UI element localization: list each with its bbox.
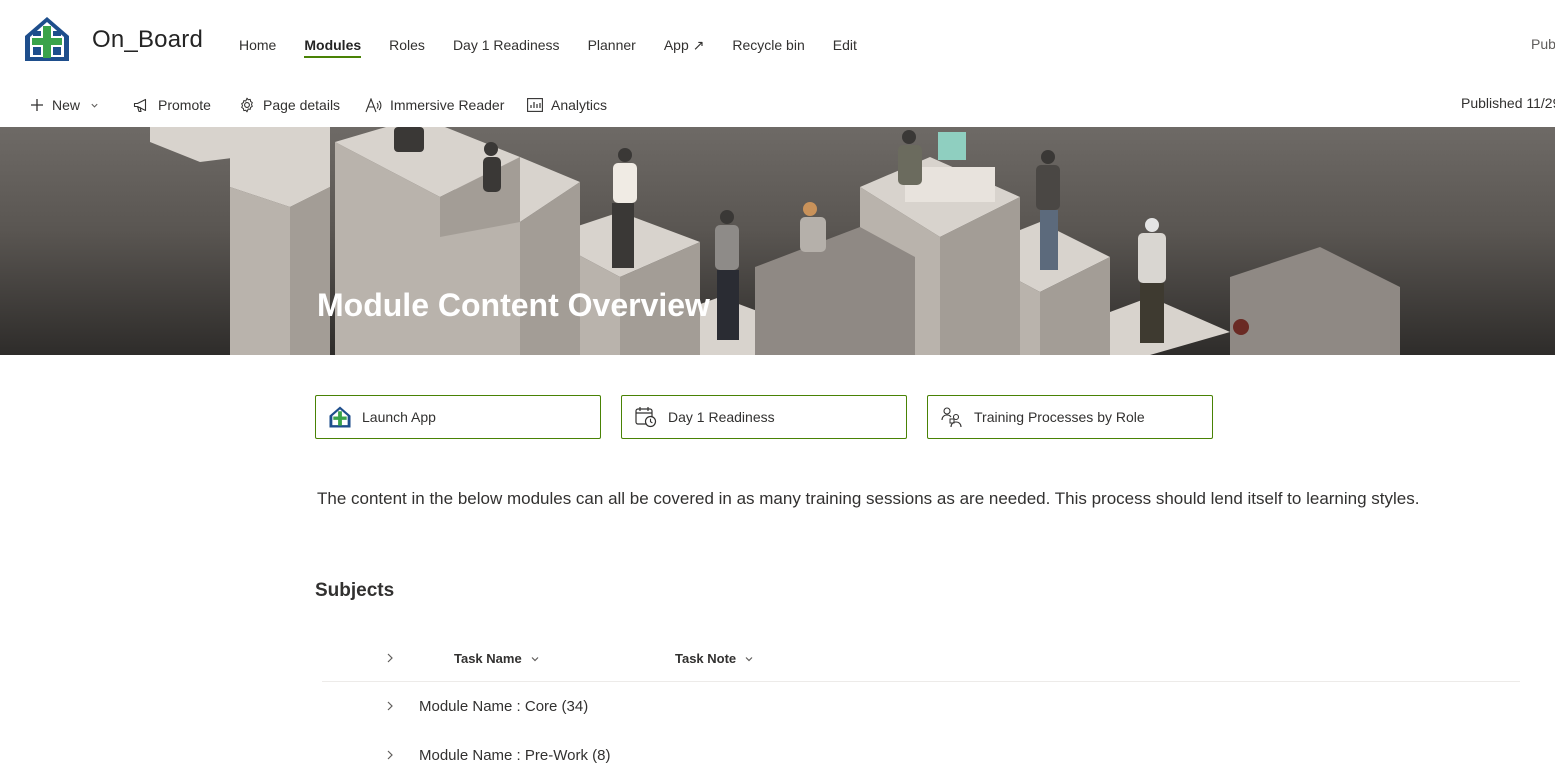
immersive-reader-button[interactable]: Immersive Reader (365, 94, 504, 116)
command-bar: New Promote Page details Immersive Reade… (0, 82, 1555, 127)
hero-banner: Module Content Overview (0, 127, 1555, 355)
nav-item-roles[interactable]: Roles (389, 36, 425, 60)
chevron-down-icon (531, 656, 539, 661)
page-title: Module Content Overview (317, 287, 710, 323)
chevron-down-icon (91, 103, 98, 108)
nav-item-edit[interactable]: Edit (833, 36, 857, 60)
app-logo-icon (328, 405, 352, 429)
nav-item-modules[interactable]: Modules (304, 36, 361, 60)
promote-label: Promote (158, 97, 211, 113)
calendar-clock-icon (634, 405, 658, 429)
column-header-task-note[interactable]: Task Note (675, 651, 754, 666)
nav-item-recycle-bin[interactable]: Recycle bin (732, 36, 804, 60)
group-label: Module Name : Pre-Work (8) (419, 747, 611, 764)
published-status: Published 11/29 (1461, 95, 1555, 111)
column-header-label: Task Note (675, 651, 737, 666)
site-title[interactable]: On_Board (92, 26, 203, 54)
column-header-label: Task Name (454, 651, 522, 666)
plus-icon (31, 99, 43, 111)
people-training-icon (940, 405, 964, 429)
expand-all-chevron-icon[interactable] (382, 650, 398, 666)
quick-link-training-processes[interactable]: Training Processes by Role (927, 395, 1213, 439)
top-navigation: Home Modules Roles Day 1 Readiness Plann… (239, 36, 885, 60)
header-publish-button[interactable]: Pub (1531, 36, 1555, 52)
quick-link-day1-readiness[interactable]: Day 1 Readiness (621, 395, 907, 439)
subjects-section-title: Subjects (315, 580, 395, 601)
chevron-right-icon[interactable] (382, 698, 398, 714)
promote-button[interactable]: Promote (133, 94, 211, 116)
nav-item-app[interactable]: App ↗ (664, 36, 705, 60)
site-header: On_Board Home Modules Roles Day 1 Readin… (0, 0, 1555, 82)
nav-item-planner[interactable]: Planner (588, 36, 636, 60)
chevron-right-icon[interactable] (382, 747, 398, 763)
gear-icon (241, 97, 253, 113)
site-logo-icon[interactable] (24, 16, 70, 62)
immersive-reader-label: Immersive Reader (390, 97, 505, 113)
column-header-task-name[interactable]: Task Name (454, 651, 540, 666)
quick-link-label: Training Processes by Role (974, 409, 1145, 425)
page-details-button[interactable]: Page details (239, 94, 340, 116)
analytics-chart-icon (527, 98, 543, 112)
quick-link-label: Launch App (362, 409, 436, 425)
group-label: Module Name : Core (34) (419, 698, 589, 715)
quick-link-label: Day 1 Readiness (668, 409, 775, 425)
intro-text: The content in the below modules can all… (317, 489, 1420, 508)
group-row-core[interactable]: Module Name : Core (34) (322, 688, 1520, 728)
megaphone-icon (133, 98, 147, 112)
new-label: New (52, 97, 81, 113)
new-button[interactable]: New (30, 94, 99, 116)
analytics-button[interactable]: Analytics (527, 94, 607, 116)
hero-background-image (150, 127, 1400, 355)
nav-item-home[interactable]: Home (239, 36, 276, 60)
analytics-label: Analytics (551, 97, 608, 113)
immersive-reader-icon (365, 97, 382, 112)
page-details-label: Page details (263, 97, 341, 113)
chevron-down-icon (745, 656, 753, 661)
quick-link-launch-app[interactable]: Launch App (315, 395, 601, 439)
group-row-pre-work[interactable]: Module Name : Pre-Work (8) (322, 737, 1520, 775)
list-header-row: Task Name Task Note (322, 640, 1520, 682)
nav-item-day1-readiness[interactable]: Day 1 Readiness (453, 36, 560, 60)
